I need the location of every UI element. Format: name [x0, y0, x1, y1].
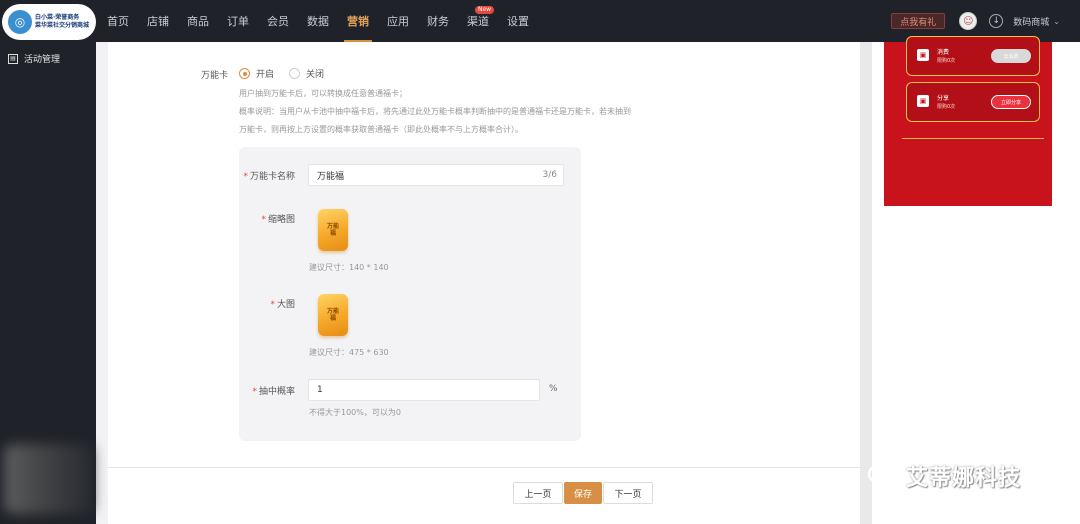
task-consume: ▣ 消费 限购0次 去消费	[906, 36, 1040, 76]
wildcard-name-input[interactable]: 万能福 3/6	[308, 164, 564, 186]
big-image[interactable]: 万能福	[318, 294, 348, 336]
nav-item[interactable]: 首页	[98, 0, 138, 42]
activity-icon: ▤	[8, 53, 18, 64]
logo-text: 白小菜·荣誉商务 菜华菜社交分销商城	[35, 14, 90, 29]
avatar[interactable]: ☺	[959, 12, 978, 30]
task-share: ▣ 分享 限购0次 立即分享	[906, 82, 1040, 122]
char-counter: 3/6	[542, 170, 557, 180]
save-button[interactable]: 保存	[564, 482, 602, 504]
rate-hint: 不得大于100%，可以为0	[309, 408, 401, 417]
new-badge: New	[475, 6, 495, 14]
prev-page-button[interactable]: 上一页	[513, 482, 563, 504]
nav-item[interactable]: 财务	[418, 0, 458, 42]
blurred-region	[4, 444, 94, 514]
wildcard-desc-1: 用户抽到万能卡后，可以转换成任意普通福卡；	[239, 89, 407, 98]
radio-dot-icon	[239, 68, 250, 79]
watermark: 艾蒂娜科技	[866, 460, 1021, 492]
panel-gap	[860, 42, 872, 524]
task-icon: ▣	[917, 95, 929, 107]
nav-item[interactable]: 店铺	[138, 0, 178, 42]
sidebar-item-label: 活动管理	[24, 55, 61, 65]
consume-button[interactable]: 去消费	[991, 49, 1031, 63]
nav-item[interactable]: 应用	[378, 0, 418, 42]
footer-bar: 上一页 保存 下一页	[108, 468, 860, 524]
wildcard-off-radio[interactable]: 关闭	[289, 67, 324, 80]
task-icon: ▣	[917, 49, 929, 61]
store-name[interactable]: 数码商城	[1013, 15, 1049, 28]
rate-unit: %	[549, 384, 558, 394]
next-page-button[interactable]: 下一页	[603, 482, 653, 504]
nav-item[interactable]: 营销	[338, 0, 378, 42]
rate-input[interactable]: 1	[308, 379, 540, 401]
chevron-down-icon[interactable]: ⌄	[1053, 17, 1060, 26]
nav-item[interactable]: 商品	[178, 0, 218, 42]
name-label: * 万能卡名称	[243, 172, 295, 182]
thumb-hint: 建议尺寸：140 * 140	[309, 263, 389, 272]
radio-dot-icon	[289, 68, 300, 79]
sidebar: ▤ 活动管理	[0, 42, 96, 524]
thumb-label: * 缩略图	[261, 215, 295, 225]
wildcard-desc-2: 概率说明：当用户从卡池中抽中福卡后，将先通过此处万能卡概率判断抽中的是普通福卡还…	[239, 107, 631, 116]
wildcard-on-radio[interactable]: 开启	[239, 67, 274, 80]
nav-item[interactable]: 渠道 New	[458, 0, 498, 42]
mobile-preview: ▣ 消费 限购0次 去消费 ▣ 分享 限购0次 立即分享	[872, 36, 1080, 524]
wildcard-label: 万能卡	[201, 71, 229, 81]
sidebar-item-activity[interactable]: ▤ 活动管理	[8, 52, 60, 65]
main-nav: 首页 店铺 商品 订单 会员 数据 营销 应用 财务 渠道 New 设置	[98, 0, 538, 42]
nav-item[interactable]: 订单	[218, 0, 258, 42]
wechat-icon	[867, 464, 904, 488]
download-icon[interactable]: ↓	[989, 14, 1004, 28]
rate-label: * 抽中概率	[252, 387, 295, 397]
nav-item[interactable]: 数据	[298, 0, 338, 42]
frame-decoration	[902, 138, 1044, 139]
brand-logo[interactable]: ◎ 白小菜·荣誉商务 菜华菜社交分销商城	[2, 4, 96, 40]
logo-mark-icon: ◎	[8, 10, 32, 34]
nav-item[interactable]: 设置	[498, 0, 538, 42]
share-button[interactable]: 立即分享	[991, 95, 1031, 109]
gift-button[interactable]: 点我有礼	[891, 13, 946, 29]
big-image-hint: 建议尺寸：475 * 630	[309, 348, 389, 357]
nav-item[interactable]: 会员	[258, 0, 298, 42]
big-image-label: * 大图	[270, 300, 295, 310]
wildcard-settings-card: * 万能卡名称 万能福 3/6 * 缩略图 万能福 建议尺寸：140 * 140 *…	[239, 147, 581, 441]
thumb-image[interactable]: 万能福	[318, 209, 348, 251]
main-panel: 万能卡 开启 关闭 用户抽到万能卡后，可以转换成任意普通福卡； 概率说明：当用户…	[108, 42, 860, 467]
wildcard-desc-3: 万能卡，则再按上方设置的概率获取普通福卡（即此处概率不与上方概率合计）。	[239, 125, 523, 134]
preview-screen: ▣ 消费 限购0次 去消费 ▣ 分享 限购0次 立即分享	[884, 36, 1052, 206]
